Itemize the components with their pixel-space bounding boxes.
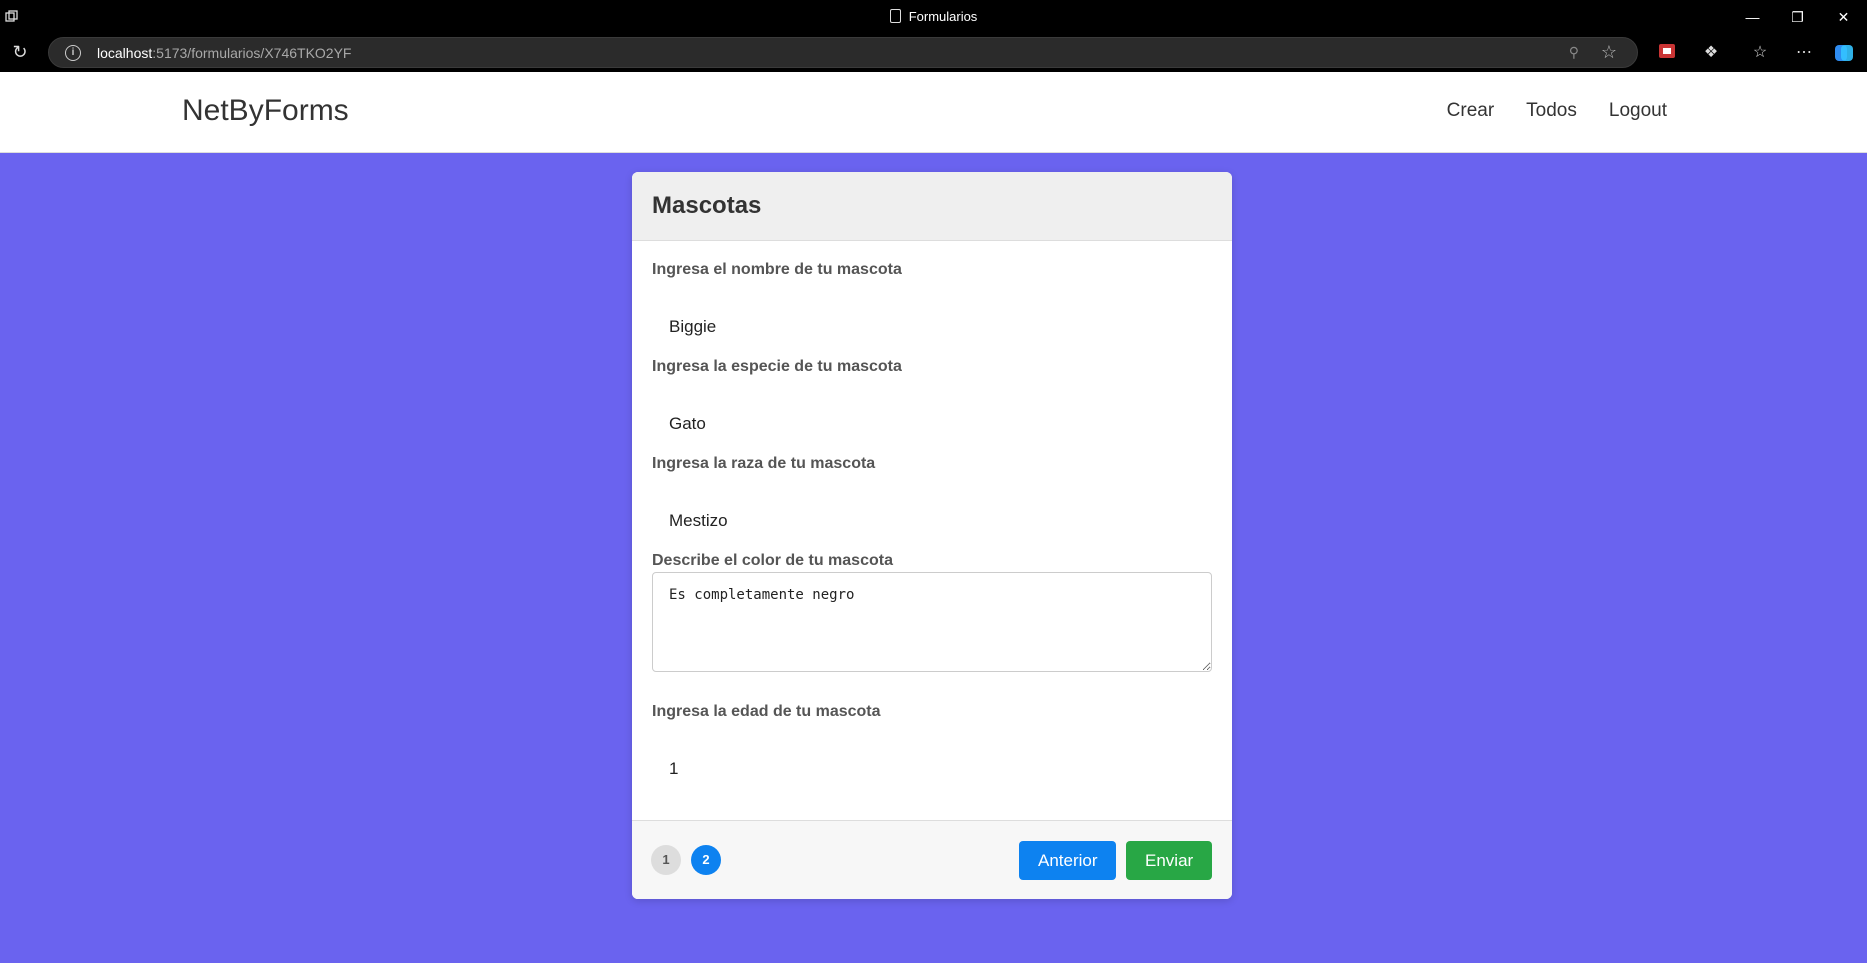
copilot-icon[interactable]: [1833, 42, 1855, 64]
form-title: Mascotas: [652, 192, 762, 219]
field-label-color: Describe el color de tu mascota: [652, 552, 893, 569]
form-card: Mascotas Ingresa el nombre de tu mascota…: [632, 172, 1232, 899]
password-key-icon[interactable]: ⚲: [1569, 44, 1579, 61]
field-raza: Ingresa la raza de tu mascota: [652, 455, 1212, 552]
field-label-especie: Ingresa la especie de tu mascota: [652, 358, 902, 375]
submit-button[interactable]: Enviar: [1126, 841, 1212, 880]
step-2[interactable]: 2: [691, 845, 721, 875]
extensions-puzzle-icon[interactable]: ❖: [1700, 42, 1722, 64]
nav-link-todos[interactable]: Todos: [1526, 100, 1577, 122]
field-edad: Ingresa la edad de tu mascota: [652, 703, 1212, 800]
nav-links: Crear Todos Logout: [1447, 100, 1667, 122]
field-especie: Ingresa la especie de tu mascota: [652, 358, 1212, 455]
browser-toolbar: ↻ i localhost:5173/formularios/X746TKO2Y…: [0, 34, 1867, 72]
nav-link-crear[interactable]: Crear: [1447, 100, 1495, 122]
input-raza[interactable]: [652, 475, 1212, 552]
url-text[interactable]: localhost:5173/formularios/X746TKO2YF: [97, 45, 351, 61]
window-title-text: Formularios: [908, 9, 978, 24]
field-label-edad: Ingresa la edad de tu mascota: [652, 703, 881, 720]
more-menu-icon[interactable]: ⋯: [1793, 42, 1815, 64]
input-edad[interactable]: [652, 723, 1212, 800]
favorites-icon[interactable]: ☆: [1749, 42, 1771, 64]
restore-icon[interactable]: ❐: [1775, 0, 1820, 34]
step-1[interactable]: 1: [651, 845, 681, 875]
textarea-color[interactable]: Es completamente negro: [652, 572, 1212, 672]
step-indicator: 1 2: [651, 845, 721, 875]
field-nombre: Ingresa el nombre de tu mascota: [652, 261, 1212, 358]
field-label-nombre: Ingresa el nombre de tu mascota: [652, 261, 902, 278]
url-host: localhost: [97, 45, 153, 61]
form-body: Ingresa el nombre de tu mascota Ingresa …: [632, 241, 1232, 820]
input-nombre[interactable]: [652, 281, 1212, 358]
form-header: Mascotas: [632, 172, 1232, 241]
favorite-star-icon[interactable]: ☆: [1601, 42, 1617, 63]
extension-red-icon[interactable]: [1656, 42, 1678, 64]
input-especie[interactable]: [652, 378, 1212, 455]
footer-buttons: Anterior Enviar: [1019, 841, 1212, 880]
window-title: Formularios: [0, 9, 1867, 24]
site-info-icon[interactable]: i: [65, 45, 81, 61]
reload-icon[interactable]: ↻: [10, 42, 30, 62]
form-footer: 1 2 Anterior Enviar: [632, 820, 1232, 899]
close-icon[interactable]: ✕: [1821, 0, 1866, 34]
nav-link-logout[interactable]: Logout: [1609, 100, 1667, 122]
app-navbar: NetByForms Crear Todos Logout: [0, 72, 1867, 153]
document-icon: [889, 9, 901, 23]
field-color: Describe el color de tu mascota Es compl…: [652, 552, 1212, 703]
browser-titlebar: Formularios — ❐ ✕: [0, 0, 1867, 34]
address-bar[interactable]: i localhost:5173/formularios/X746TKO2YF …: [48, 37, 1638, 68]
brand-logo-text[interactable]: NetByForms: [182, 94, 349, 128]
field-label-raza: Ingresa la raza de tu mascota: [652, 455, 876, 472]
minimize-icon[interactable]: —: [1730, 0, 1775, 34]
url-path: :5173/formularios/X746TKO2YF: [152, 45, 352, 61]
previous-button[interactable]: Anterior: [1019, 841, 1116, 880]
